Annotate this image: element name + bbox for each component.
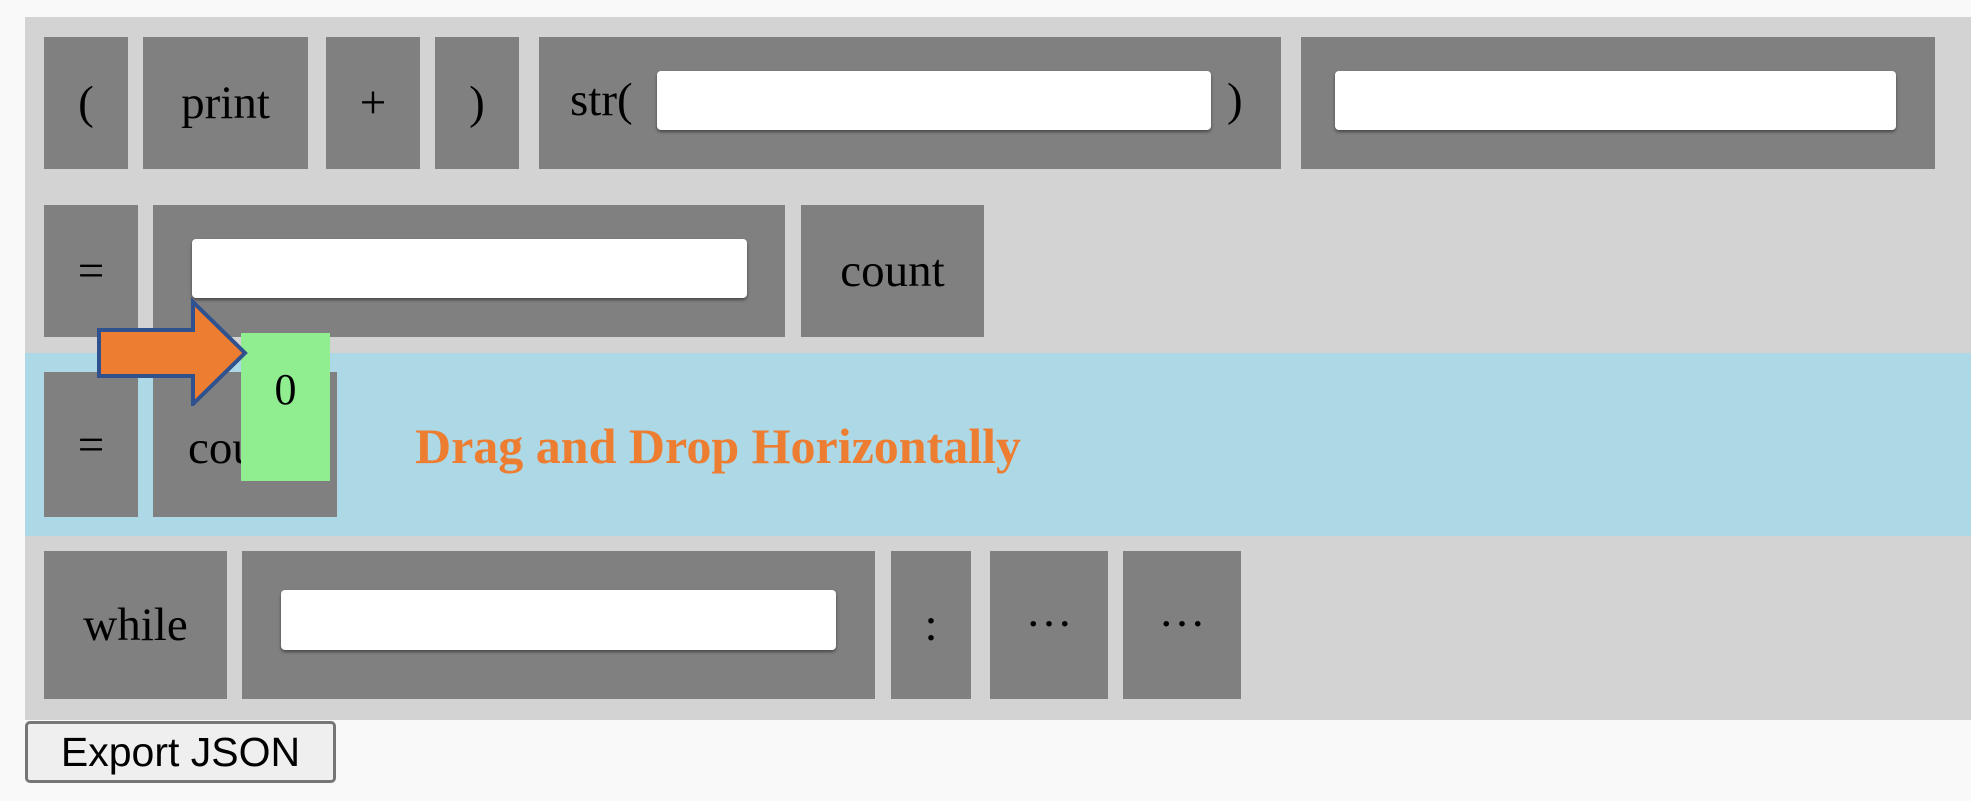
- str-call-block[interactable]: str( ): [539, 37, 1281, 169]
- condition-slot-block[interactable]: [242, 551, 875, 699]
- ellipsis-block-2[interactable]: …: [1123, 551, 1241, 699]
- str-close-label: ): [1227, 74, 1243, 126]
- lparen-block[interactable]: (: [44, 37, 128, 169]
- while-block[interactable]: while: [44, 551, 227, 699]
- expression-slot-block[interactable]: [1301, 37, 1935, 169]
- ellipsis-block-1[interactable]: …: [990, 551, 1108, 699]
- str-argument-input[interactable]: [657, 71, 1211, 130]
- code-row-4: while : … …: [25, 536, 1971, 720]
- str-open-label: str(: [570, 74, 633, 126]
- value-input[interactable]: [192, 239, 747, 298]
- export-json-button[interactable]: Export JSON: [25, 721, 336, 783]
- count-block[interactable]: count: [801, 205, 984, 337]
- colon-block[interactable]: :: [891, 551, 971, 699]
- drag-arrow-icon: [97, 297, 248, 406]
- plus-block[interactable]: +: [326, 37, 420, 169]
- condition-input[interactable]: [281, 590, 836, 650]
- code-row-1: ( print + ) str( ): [25, 17, 1971, 185]
- print-block[interactable]: print: [143, 37, 308, 169]
- drag-drop-hint: Drag and Drop Horizontally: [415, 418, 1022, 474]
- expression-input[interactable]: [1335, 71, 1896, 130]
- code-row-2: = count: [25, 185, 1971, 353]
- rparen-block[interactable]: ): [435, 37, 519, 169]
